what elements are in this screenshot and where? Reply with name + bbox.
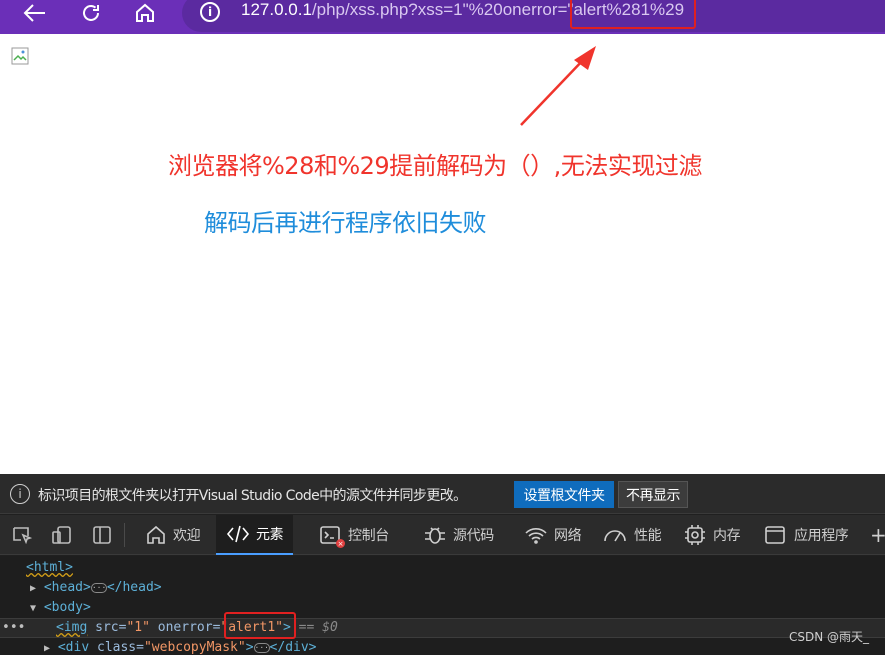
- error-badge-icon: ×: [336, 539, 345, 548]
- dom-node-div[interactable]: ▶ <div class="webcopyMask">···</div>: [44, 638, 317, 655]
- tab-label: 源代码: [453, 528, 494, 544]
- watermark: CSDN @雨天_: [788, 630, 869, 644]
- dom-annotation-box: [224, 612, 296, 639]
- tab-elements[interactable]: 元素: [216, 515, 294, 555]
- devtools-tabbar: 欢迎 元素 控制台 × 源代码 网络 性能 内存 应用程序 +: [0, 515, 885, 555]
- more-tabs-button[interactable]: +: [870, 515, 885, 555]
- code-icon: [226, 525, 250, 543]
- devtools-info-bar: i 标识项目的根文件夹以打开Visual Studio Code中的源文件并同步…: [0, 474, 885, 514]
- annotation-red-text: 浏览器将%28和%29提前解码为（）,无法实现过滤: [168, 152, 702, 180]
- tab-label: 网络: [554, 528, 582, 544]
- collapsed-ellipsis-icon[interactable]: ···: [253, 642, 270, 653]
- dom-line-menu-icon[interactable]: •••: [2, 618, 25, 638]
- tab-label: 内存: [713, 528, 741, 544]
- tab-application[interactable]: 应用程序: [764, 515, 849, 555]
- devtools-panel: i 标识项目的根文件夹以打开Visual Studio Code中的源文件并同步…: [0, 474, 885, 655]
- window-icon: [765, 526, 785, 544]
- info-bar-message: 标识项目的根文件夹以打开Visual Studio Code中的源文件并同步更改…: [38, 488, 467, 504]
- tab-console[interactable]: 控制台: [320, 515, 389, 555]
- tab-label: 控制台: [348, 528, 389, 544]
- tab-label: 欢迎: [173, 528, 201, 544]
- chip-icon: [685, 525, 705, 545]
- tab-label: 性能: [634, 528, 662, 544]
- tab-label: 应用程序: [794, 528, 849, 544]
- dont-show-again-button[interactable]: 不再显示: [618, 481, 688, 508]
- dom-node-html[interactable]: <html>: [26, 558, 73, 578]
- inspect-element-button[interactable]: [12, 526, 33, 545]
- dom-node-body[interactable]: ▼ <body>: [30, 598, 91, 618]
- tab-separator: [124, 523, 125, 547]
- toggle-sidebar-button[interactable]: [92, 526, 112, 544]
- home-icon: [147, 525, 165, 544]
- dom-tree: <html> ▶ <head>···</head> ▼ <body> ••• <…: [0, 556, 885, 655]
- bug-icon: [425, 527, 445, 544]
- expand-triangle-icon[interactable]: ▶: [44, 643, 50, 654]
- dom-node-head[interactable]: ▶ <head>···</head>: [30, 578, 162, 598]
- tab-memory[interactable]: 内存: [683, 515, 741, 555]
- tab-sources[interactable]: 源代码: [423, 515, 494, 555]
- annotation-blue-text: 解码后再进行程序依旧失败: [204, 209, 487, 237]
- tab-performance[interactable]: 性能: [602, 515, 662, 555]
- wifi-icon: [525, 528, 547, 544]
- device-emulation-button[interactable]: [52, 526, 72, 544]
- screenshot-root: i 127.0.0.1/php/xss.php?xss=1"%20onerror…: [0, 0, 885, 655]
- collapsed-ellipsis-icon[interactable]: ···: [90, 582, 107, 593]
- tab-network[interactable]: 网络: [524, 515, 582, 555]
- info-icon: i: [10, 484, 30, 504]
- gauge-icon: [604, 530, 626, 542]
- inspect-icon: [13, 527, 33, 545]
- tab-label: 元素: [256, 527, 284, 543]
- sidebar-icon: [93, 526, 111, 544]
- collapse-triangle-icon[interactable]: ▼: [30, 603, 36, 614]
- tab-welcome[interactable]: 欢迎: [145, 515, 201, 555]
- expand-triangle-icon[interactable]: ▶: [30, 583, 36, 594]
- set-root-folder-button[interactable]: 设置根文件夹: [514, 481, 614, 508]
- device-icon: [52, 526, 71, 544]
